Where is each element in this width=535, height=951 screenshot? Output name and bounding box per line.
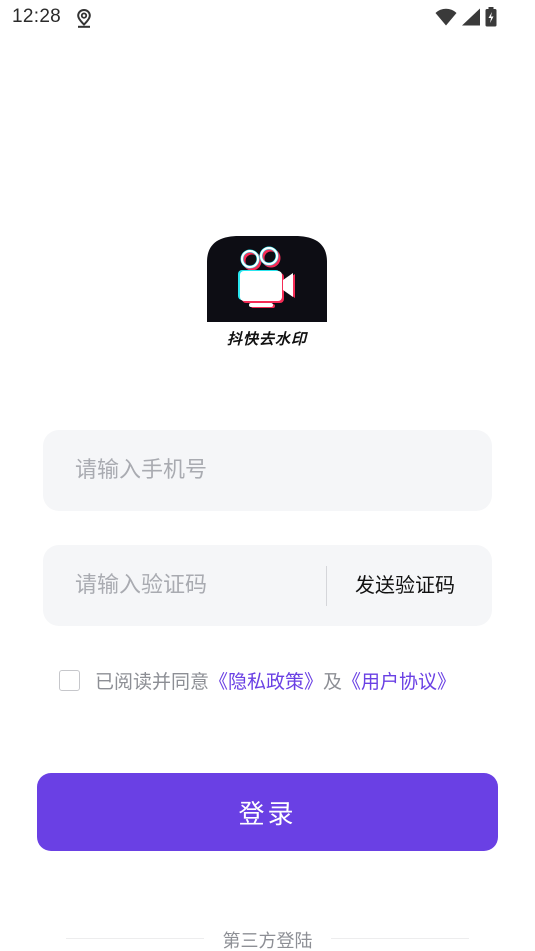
status-icons [435,6,497,28]
location-icon [77,8,91,28]
app-name: 抖快去水印 [226,330,307,348]
status-time: 12:28 [12,6,62,27]
third-party-label: 第三方登陆 [222,931,313,951]
user-agreement-link[interactable]: 《用户协议》 [342,667,456,694]
third-party-section: 第三方登陆 [0,925,535,951]
agreement-checkbox[interactable] [59,669,80,691]
send-code-button[interactable]: 发送验证码 [355,545,455,626]
code-input[interactable] [75,545,325,626]
camera-icon [207,236,327,322]
privacy-policy-link[interactable]: 《隐私政策》 [209,667,323,694]
app-logo [207,236,327,322]
signal-icon [462,8,480,26]
code-divider [326,566,327,606]
wifi-icon [435,8,457,26]
login-button[interactable]: 登录 [37,773,498,851]
agreement-prefix: 已阅读并同意 [95,670,210,693]
phone-input[interactable] [75,430,475,511]
status-bar: 12:28 [0,0,535,36]
code-field-container: 发送验证码 [43,545,492,626]
agreement-conjunction: 及 [323,670,343,693]
battery-charging-icon [485,7,497,27]
agreement-row: 已阅读并同意 《隐私政策》 及 《用户协议》 [59,667,456,694]
phone-field-container [43,430,492,511]
